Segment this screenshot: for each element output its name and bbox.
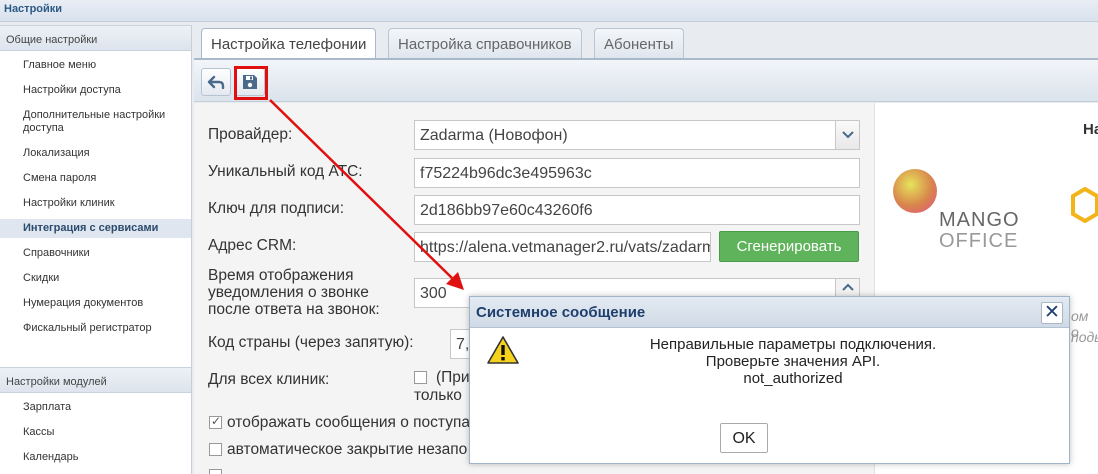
- tab-subscribers[interactable]: Абоненты: [594, 28, 684, 58]
- mango-logo[interactable]: MANGO OFFICE: [891, 167, 1041, 257]
- sidebar-item-directories[interactable]: Справочники: [0, 247, 191, 260]
- dialog-message-line1: Неправильные параметры подключения.: [649, 336, 937, 353]
- dialog-message-line3: not_authorized: [743, 370, 843, 387]
- sidebar-item-discounts[interactable]: Скидки: [0, 272, 191, 285]
- auto-close-checkbox[interactable]: [209, 443, 222, 456]
- sidebar-item-localization[interactable]: Локализация: [0, 147, 191, 160]
- sidebar-item-salary[interactable]: Зарплата: [0, 401, 191, 414]
- hexagon-logo-icon: [1071, 186, 1098, 224]
- extra-checkbox[interactable]: [209, 469, 222, 474]
- notify-time-label-line2: уведомления о звонке: [208, 284, 369, 301]
- close-icon: ✕: [1044, 302, 1060, 323]
- tab-directories[interactable]: Настройка справочников: [388, 28, 582, 58]
- sidebar-section-modules[interactable]: Настройки модулей: [0, 367, 191, 393]
- signature-key-input[interactable]: 2d186bb97e60c43260f6: [414, 195, 860, 225]
- sidebar: Общие настройки Главное меню Настройки д…: [0, 25, 192, 474]
- warning-icon: [487, 336, 519, 364]
- mango-logo-line1: MANGO: [939, 209, 1020, 231]
- crm-address-label: Адрес CRM:: [208, 237, 297, 254]
- notify-time-label: Время отображения уведомления о звонке п…: [208, 267, 380, 318]
- panel-text-fragment-2: подь: [1071, 329, 1098, 345]
- auto-close-text: автоматическое закрытие незапо: [227, 441, 468, 458]
- mango-logo-line2: OFFICE: [939, 230, 1019, 252]
- show-messages-checkbox[interactable]: [209, 414, 222, 429]
- notify-time-label-line3: после ответа на звонок:: [208, 301, 380, 318]
- sidebar-item-password[interactable]: Смена пароля: [0, 172, 191, 185]
- notify-time-value: 300: [420, 285, 447, 302]
- sidebar-item-main-menu[interactable]: Главное меню: [0, 59, 191, 72]
- app-header: Настройки: [0, 0, 1098, 22]
- country-code-label: Код страны (через запятую):: [208, 334, 414, 351]
- other-provider-logo-fragment[interactable]: [1071, 186, 1098, 224]
- ok-button[interactable]: OK: [720, 423, 768, 453]
- all-clinics-checkbox[interactable]: [414, 371, 427, 384]
- ats-code-label: Уникальный код АТС:: [208, 163, 363, 180]
- dialog-message: Неправильные параметры подключения. Пров…: [610, 336, 976, 387]
- all-clinics-text-line1: (При: [436, 369, 470, 386]
- chevron-up-icon: [841, 283, 854, 291]
- all-clinics-label: Для всех клиник:: [208, 371, 330, 388]
- sidebar-item-fiscal[interactable]: Фискальный регистратор: [0, 322, 191, 335]
- sidebar-item-extra-access[interactable]: Дополнительные настройки доступа: [0, 109, 175, 135]
- dialog-message-line2: Проверьте значения API.: [705, 353, 881, 370]
- provider-select[interactable]: Zadarma (Новофон): [414, 120, 860, 150]
- back-button[interactable]: [201, 68, 231, 96]
- notify-time-label-line1: Время отображения: [208, 267, 354, 284]
- sidebar-section-general[interactable]: Общие настройки: [0, 25, 191, 51]
- sidebar-item-cash[interactable]: Кассы: [0, 426, 191, 439]
- provider-dropdown-button[interactable]: [835, 121, 859, 149]
- system-message-dialog: Системное сообщение ✕ Неправильные парам…: [469, 296, 1070, 464]
- all-clinics-text-line2: только: [414, 387, 462, 404]
- sidebar-item-access[interactable]: Настройки доступа: [0, 84, 191, 97]
- sidebar-item-integration[interactable]: Интеграция с сервисами: [0, 219, 191, 238]
- chevron-down-icon: [841, 131, 854, 139]
- sidebar-item-clinics[interactable]: Настройки клиник: [0, 197, 191, 210]
- highlight-save-annotation: [234, 66, 268, 100]
- signature-key-label: Ключ для подписи:: [208, 200, 345, 217]
- app-title: Настройки: [4, 3, 63, 15]
- sidebar-item-calendar[interactable]: Календарь: [0, 451, 191, 464]
- dialog-close-button[interactable]: ✕: [1041, 302, 1063, 324]
- back-arrow-icon: [207, 75, 225, 89]
- panel-heading-fragment: На: [1083, 121, 1098, 138]
- sidebar-item-numbering[interactable]: Нумерация документов: [0, 297, 191, 310]
- provider-value: Zadarma (Новофон): [420, 127, 568, 144]
- ats-code-input[interactable]: f75224b96dc3e495963c: [414, 158, 860, 188]
- sidebar-modules-list: Зарплата Кассы Календарь: [0, 393, 191, 474]
- generate-button[interactable]: Сгенерировать: [719, 231, 859, 262]
- mango-logo-circle-icon: [893, 169, 937, 213]
- provider-label: Провайдер:: [208, 126, 293, 143]
- tab-telephony[interactable]: Настройка телефонии: [201, 28, 377, 58]
- dialog-title: Системное сообщение: [470, 297, 1069, 328]
- crm-address-input[interactable]: https://alena.vetmanager2.ru/vats/zadarm…: [414, 232, 711, 262]
- sidebar-general-list: Главное меню Настройки доступа Дополните…: [0, 51, 191, 353]
- toolbar: [194, 60, 1098, 102]
- show-messages-text: отображать сообщения о поступа: [227, 414, 470, 431]
